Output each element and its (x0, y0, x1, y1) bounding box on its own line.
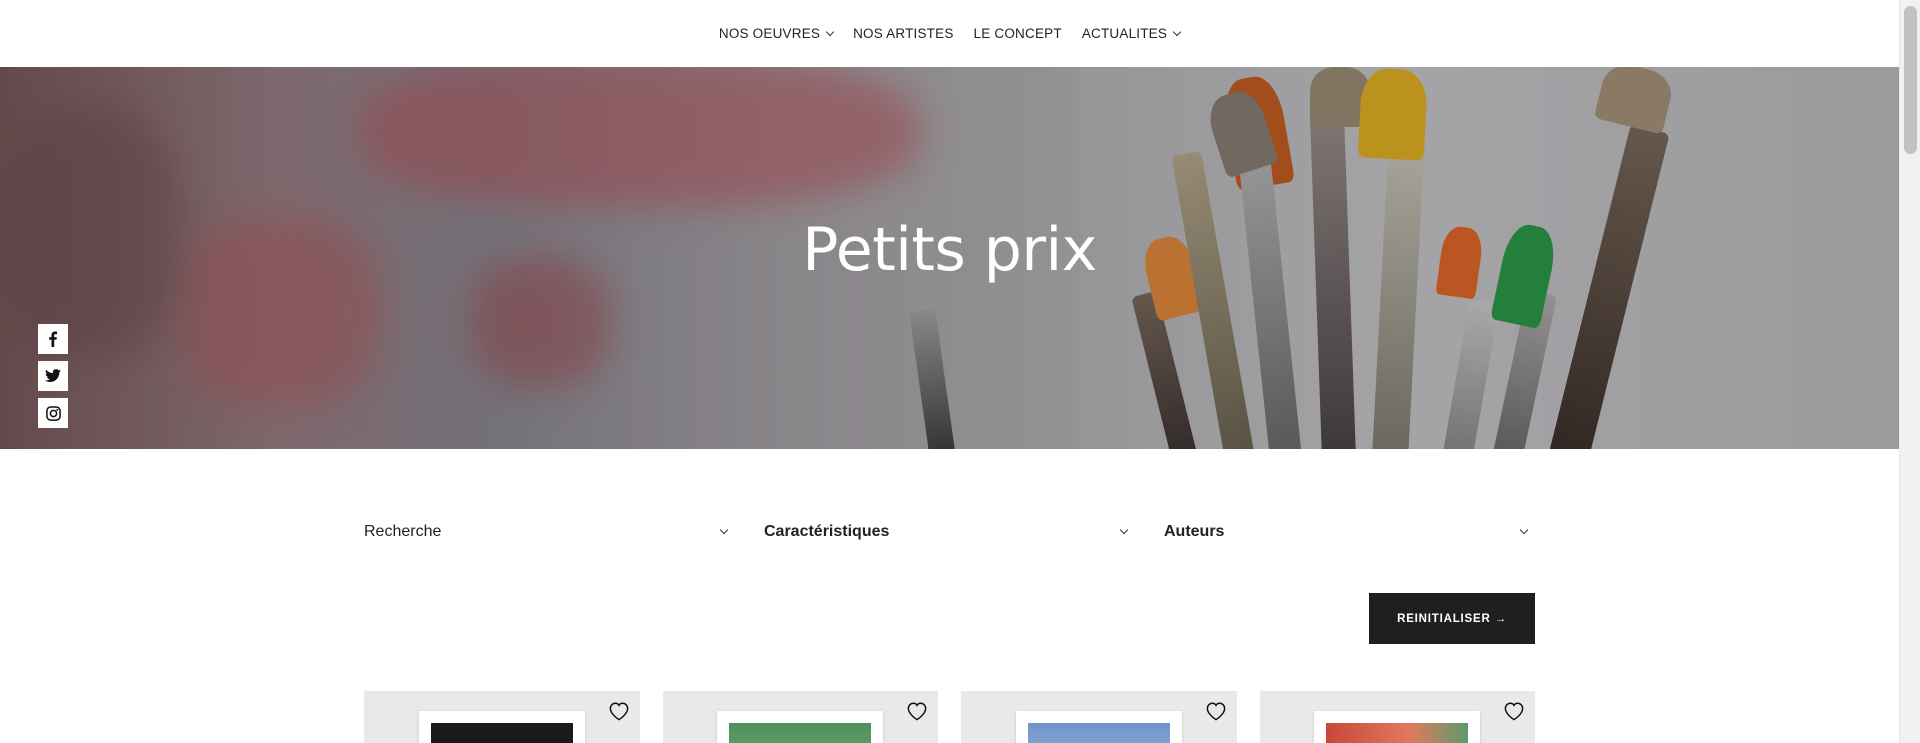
nav-item-label: NOS ARTISTES (853, 26, 954, 41)
search-filter-label: Recherche (364, 523, 442, 540)
nav-item-label: NOS OEUVRES (718, 26, 821, 41)
nav-item-nos-artistes[interactable]: NOS ARTISTES (843, 26, 963, 41)
artwork-image (430, 723, 573, 743)
artwork-thumbnail (1015, 711, 1182, 743)
product-card[interactable] (961, 691, 1237, 743)
nav-item-label: LE CONCEPT (973, 26, 1062, 41)
facebook-icon (49, 331, 57, 347)
chevron-down-icon (1519, 525, 1529, 535)
chevron-down-icon (1119, 525, 1129, 535)
nav-item-label: ACTUALITES (1081, 26, 1168, 41)
artwork-thumbnail (418, 711, 585, 743)
artwork-image (729, 723, 872, 743)
chevron-down-icon (1172, 27, 1182, 36)
product-grid (364, 691, 1535, 743)
page-scrollbar[interactable] (1899, 0, 1920, 743)
product-card[interactable] (1259, 691, 1535, 743)
search-filter-dropdown[interactable]: Recherche (364, 523, 735, 541)
page-title: Petits prix (802, 215, 1097, 285)
nav-item-nos-oeuvres[interactable]: NOS OEUVRES (709, 26, 843, 41)
artwork-thumbnail (717, 711, 884, 743)
heart-icon[interactable] (1503, 701, 1525, 721)
hero-banner: Petits prix (0, 67, 1899, 449)
chevron-down-icon (825, 27, 835, 36)
scrollbar-thumb[interactable] (1904, 6, 1917, 154)
nav-item-actualites[interactable]: ACTUALITES (1072, 26, 1190, 41)
heart-icon[interactable] (1205, 701, 1227, 721)
social-links (38, 324, 68, 428)
filter-bar: Recherche Caractéristiques Auteurs (364, 523, 1535, 541)
artwork-image (1326, 723, 1469, 743)
heart-icon[interactable] (608, 701, 630, 721)
facebook-link[interactable] (38, 324, 68, 354)
characteristics-filter-label: Caractéristiques (764, 523, 890, 540)
characteristics-filter-dropdown[interactable]: Caractéristiques (764, 523, 1135, 541)
reset-button[interactable]: REINITIALISER → (1369, 593, 1535, 644)
heart-icon[interactable] (906, 701, 928, 721)
authors-filter-dropdown[interactable]: Auteurs (1164, 523, 1535, 541)
product-card[interactable] (662, 691, 938, 743)
main-nav: NOS OEUVRES NOS ARTISTES LE CONCEPT ACTU… (0, 0, 1899, 67)
instagram-link[interactable] (38, 398, 68, 428)
product-card[interactable] (364, 691, 640, 743)
authors-filter-label: Auteurs (1164, 523, 1225, 540)
artwork-image (1027, 723, 1170, 743)
chevron-down-icon (719, 525, 729, 535)
nav-item-le-concept[interactable]: LE CONCEPT (964, 26, 1072, 41)
instagram-icon (45, 405, 61, 421)
site-header: NOS OEUVRES NOS ARTISTES LE CONCEPT ACTU… (0, 0, 1899, 67)
twitter-link[interactable] (38, 361, 68, 391)
twitter-icon (45, 369, 61, 382)
artwork-thumbnail (1314, 711, 1481, 743)
